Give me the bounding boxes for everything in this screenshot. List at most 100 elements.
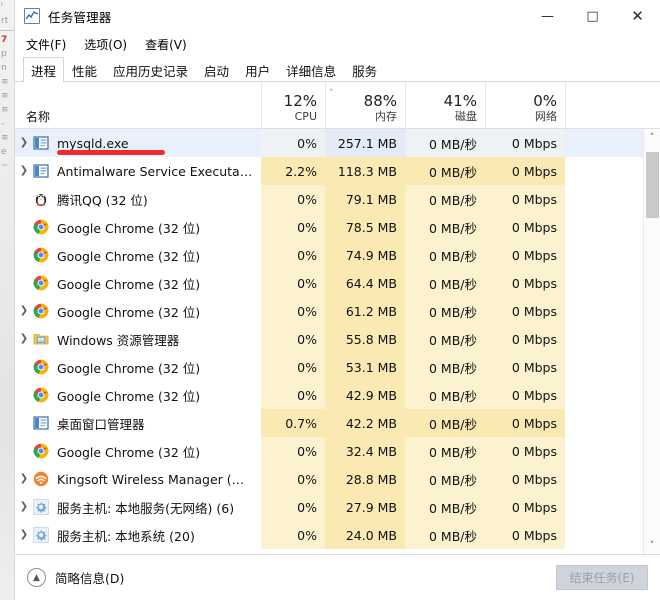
process-row-spacer xyxy=(565,409,643,437)
process-name-label: Google Chrome (32 位) xyxy=(57,220,201,236)
process-row[interactable]: ❯ 服务主机: 本地服务(无网络) (6) 0% 27.9 MB 0 MB/秒 0 Mbp… xyxy=(15,493,643,521)
process-row[interactable]: ❯ mysqld.exe 0% 257.1 MB 0 MB/秒 0 Mbps xyxy=(15,129,643,157)
chrome-icon xyxy=(33,275,49,291)
tab-startup[interactable]: 启动 xyxy=(196,57,237,82)
process-row[interactable]: ❯ Google Chrome (32 位) 0% 61.2 MB 0 MB/秒 0 Mb… xyxy=(15,297,643,325)
process-row[interactable]: ❯ 服务主机: 本地系统 (20) 0% 24.0 MB 0 MB/秒 0 Mbps xyxy=(15,521,643,549)
process-name-cell[interactable]: 桌面窗口管理器 xyxy=(15,409,261,437)
process-row[interactable]: Google Chrome (32 位) 0% 32.4 MB 0 MB/秒 0 Mbp… xyxy=(15,437,643,465)
window-title: 任务管理器 xyxy=(48,9,112,25)
column-header-name[interactable]: 名称 xyxy=(15,82,261,128)
tab-app-history[interactable]: 应用历史记录 xyxy=(105,57,196,82)
process-row-spacer xyxy=(565,353,643,381)
process-name-cell[interactable]: Google Chrome (32 位) xyxy=(15,437,261,465)
process-cpu-cell: 0% xyxy=(261,213,325,241)
bg-fragment: e xyxy=(1,147,7,157)
tab-processes[interactable]: 进程 xyxy=(23,57,65,83)
process-disk-cell: 0 MB/秒 xyxy=(405,409,485,437)
maximize-button[interactable]: □ xyxy=(570,0,615,32)
tab-performance[interactable]: 性能 xyxy=(64,57,105,82)
process-cpu-cell: 0.7% xyxy=(261,409,325,437)
bg-fragment: ≡ xyxy=(1,77,9,87)
column-label-cpu: CPU xyxy=(294,110,317,123)
process-memory-cell: 74.9 MB xyxy=(325,241,405,269)
process-name-cell[interactable]: Google Chrome (32 位) xyxy=(15,353,261,381)
tab-details[interactable]: 详细信息 xyxy=(278,57,344,82)
process-row[interactable]: Google Chrome (32 位) 0% 74.9 MB 0 MB/秒 0 Mbp… xyxy=(15,241,643,269)
process-name-cell[interactable]: Google Chrome (32 位) xyxy=(15,241,261,269)
process-name-cell[interactable]: Google Chrome (32 位) xyxy=(15,213,261,241)
scrollbar-track[interactable] xyxy=(643,146,660,537)
process-list-area: ❯ mysqld.exe 0% 257.1 MB 0 MB/秒 0 Mbps ❯ Antima… xyxy=(15,129,660,554)
column-header-memory[interactable]: ˇ 88% 内存 xyxy=(325,82,405,128)
process-name-cell[interactable]: ❯ Kingsoft Wireless Manager (… xyxy=(15,465,261,493)
menu-item-file[interactable]: 文件(F) xyxy=(26,36,66,53)
process-row[interactable]: ❯ Kingsoft Wireless Manager (… 0% 28.8 MB 0 … xyxy=(15,465,643,493)
process-disk-cell: 0 MB/秒 xyxy=(405,213,485,241)
close-button[interactable]: ✕ xyxy=(615,0,660,32)
chrome-icon xyxy=(33,247,49,263)
process-row[interactable]: ❯ Windows 资源管理器 0% 55.8 MB 0 MB/秒 0 Mbps xyxy=(15,325,643,353)
process-cpu-cell: 0% xyxy=(261,325,325,353)
process-row[interactable]: Google Chrome (32 位) 0% 42.9 MB 0 MB/秒 0 Mbp… xyxy=(15,381,643,409)
process-memory-cell: 42.9 MB xyxy=(325,381,405,409)
process-row[interactable]: 桌面窗口管理器 0.7% 42.2 MB 0 MB/秒 0 Mbps xyxy=(15,409,643,437)
scroll-up-icon[interactable]: ˄ xyxy=(644,129,660,146)
process-memory-cell: 53.1 MB xyxy=(325,353,405,381)
process-row-spacer xyxy=(565,241,643,269)
process-name-cell[interactable]: ❯ mysqld.exe xyxy=(15,129,261,157)
process-disk-cell: 0 MB/秒 xyxy=(405,129,485,157)
process-name-cell[interactable]: ❯ 服务主机: 本地服务(无网络) (6) xyxy=(15,493,261,521)
column-value-memory: 88% xyxy=(363,92,397,110)
process-name-cell[interactable]: ❯ Antimalware Service Executa… xyxy=(15,157,261,185)
process-disk-cell: 0 MB/秒 xyxy=(405,437,485,465)
vertical-scrollbar[interactable]: ˄ ˅ xyxy=(643,129,660,554)
expand-chevron-icon[interactable]: ❯ xyxy=(15,465,33,493)
process-row[interactable]: Google Chrome (32 位) 0% 64.4 MB 0 MB/秒 0 Mbp… xyxy=(15,269,643,297)
expand-chevron-icon[interactable]: ❯ xyxy=(15,493,33,521)
menu-bar: 文件(F) 选项(O) 查看(V) xyxy=(15,32,660,56)
process-row[interactable]: Google Chrome (32 位) 0% 53.1 MB 0 MB/秒 0 Mbp… xyxy=(15,353,643,381)
column-header-disk[interactable]: 41% 磁盘 xyxy=(405,82,485,128)
process-network-cell: 0 Mbps xyxy=(485,241,565,269)
minimize-button[interactable]: — xyxy=(525,0,570,32)
column-header-cpu[interactable]: 12% CPU xyxy=(261,82,325,128)
expand-chevron-icon[interactable]: ❯ xyxy=(15,297,33,325)
process-name-cell[interactable]: Google Chrome (32 位) xyxy=(15,381,261,409)
process-disk-cell: 0 MB/秒 xyxy=(405,493,485,521)
process-name-label: Antimalware Service Executa… xyxy=(57,163,253,179)
end-task-button[interactable]: 结束任务(E) xyxy=(556,565,648,590)
process-memory-cell: 78.5 MB xyxy=(325,213,405,241)
process-cpu-cell: 0% xyxy=(261,241,325,269)
process-memory-cell: 32.4 MB xyxy=(325,437,405,465)
process-name-cell[interactable]: ❯ Windows 资源管理器 xyxy=(15,325,261,353)
column-label-network: 网络 xyxy=(535,110,557,123)
menu-item-view[interactable]: 查看(V) xyxy=(145,36,187,53)
process-row[interactable]: ❯ Antimalware Service Executa… 2.2% 118.3 M… xyxy=(15,157,643,185)
process-name-cell[interactable]: ❯ Google Chrome (32 位) xyxy=(15,297,261,325)
process-name-cell[interactable]: 腾讯QQ (32 位) xyxy=(15,185,261,213)
scrollbar-thumb[interactable] xyxy=(645,152,659,218)
bg-fragment: 7 xyxy=(1,35,8,45)
expand-chevron-icon[interactable]: ❯ xyxy=(15,521,33,549)
process-name-cell[interactable]: Google Chrome (32 位) xyxy=(15,269,261,297)
fewer-details-label: 简略信息(D) xyxy=(55,571,125,586)
process-list[interactable]: ❯ mysqld.exe 0% 257.1 MB 0 MB/秒 0 Mbps ❯ Antima… xyxy=(15,129,643,554)
scroll-down-icon[interactable]: ˅ xyxy=(644,537,660,554)
process-row-spacer xyxy=(565,185,643,213)
process-disk-cell: 0 MB/秒 xyxy=(405,325,485,353)
expand-chevron-icon[interactable]: ❯ xyxy=(15,129,33,157)
expand-chevron-icon[interactable]: ❯ xyxy=(15,325,33,353)
process-name-cell[interactable]: ❯ 服务主机: 本地系统 (20) xyxy=(15,521,261,549)
fewer-details-button[interactable]: ▲ 简略信息(D) xyxy=(27,568,124,587)
tab-services[interactable]: 服务 xyxy=(344,57,385,82)
expand-chevron-icon[interactable]: ❯ xyxy=(15,157,33,185)
tab-users[interactable]: 用户 xyxy=(237,57,278,82)
menu-item-options[interactable]: 选项(O) xyxy=(84,36,127,53)
process-row[interactable]: Google Chrome (32 位) 0% 78.5 MB 0 MB/秒 0 Mbp… xyxy=(15,213,643,241)
process-row[interactable]: 腾讯QQ (32 位) 0% 79.1 MB 0 MB/秒 0 Mbps xyxy=(15,185,643,213)
column-header-spacer xyxy=(565,82,660,128)
process-network-cell: 0 Mbps xyxy=(485,381,565,409)
chrome-icon xyxy=(33,359,49,375)
column-header-network[interactable]: 0% 网络 xyxy=(485,82,565,128)
